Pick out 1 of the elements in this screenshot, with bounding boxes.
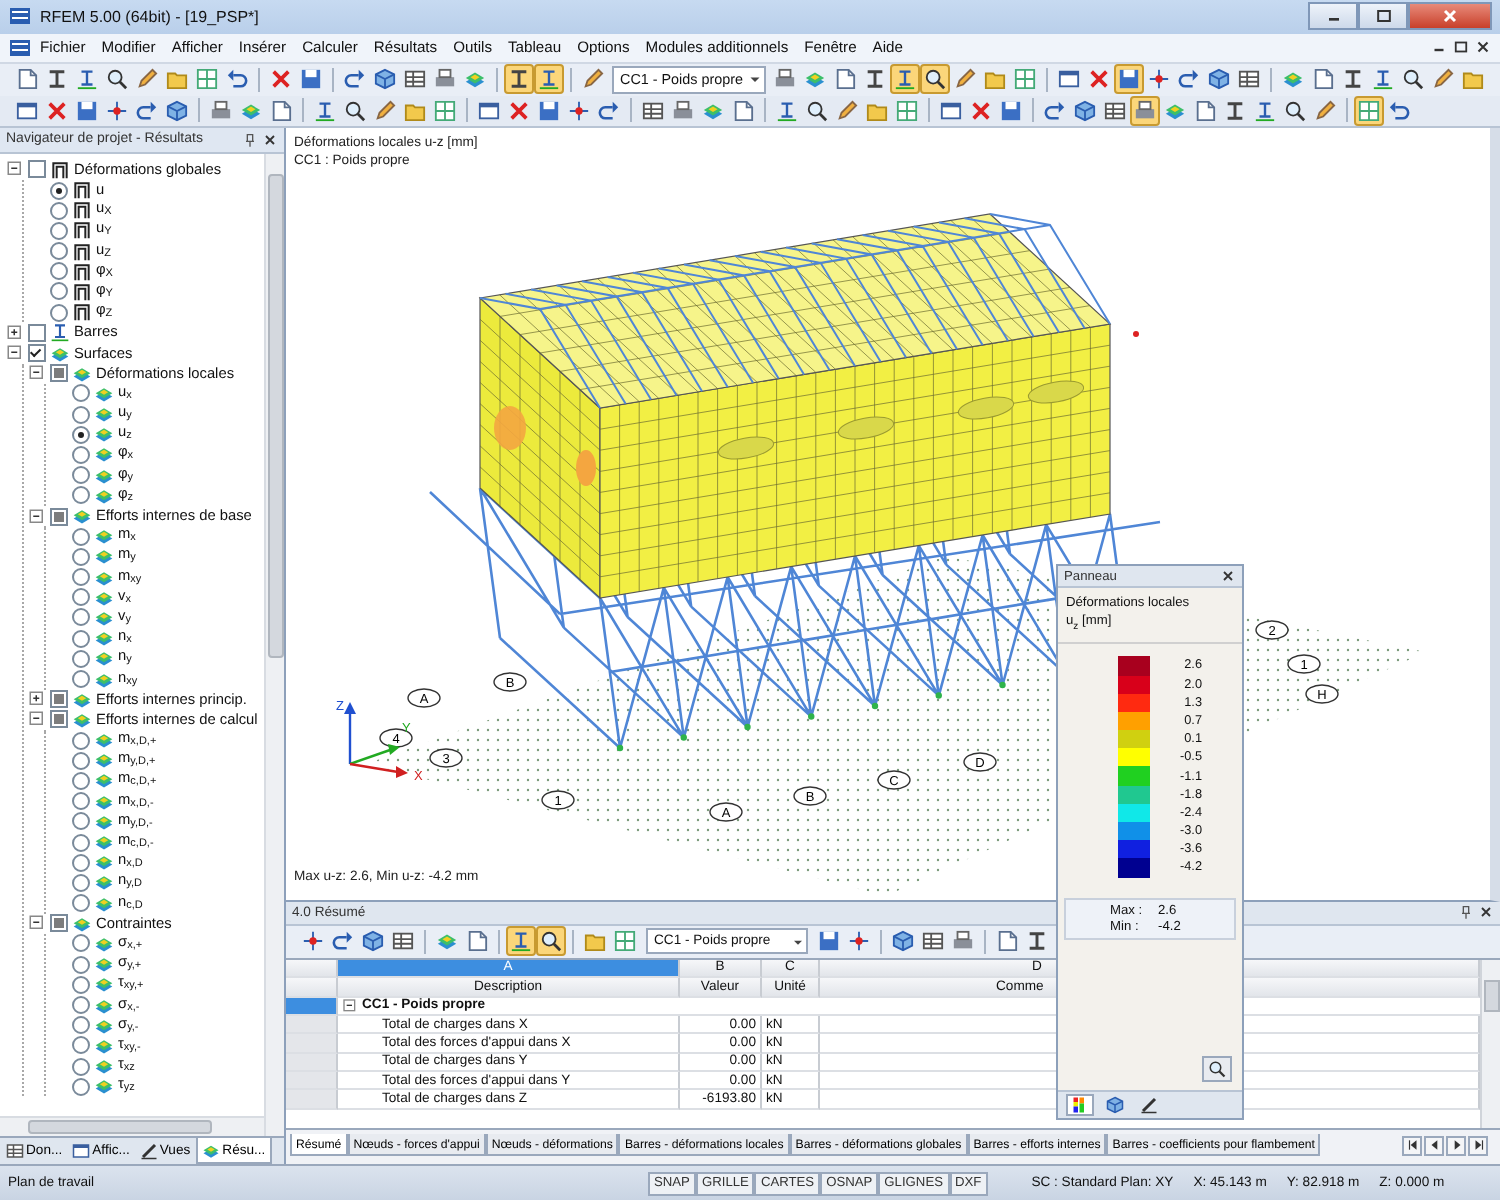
window-title: RFEM 5.00 (64bit) - [19_PSP*]	[40, 7, 261, 26]
